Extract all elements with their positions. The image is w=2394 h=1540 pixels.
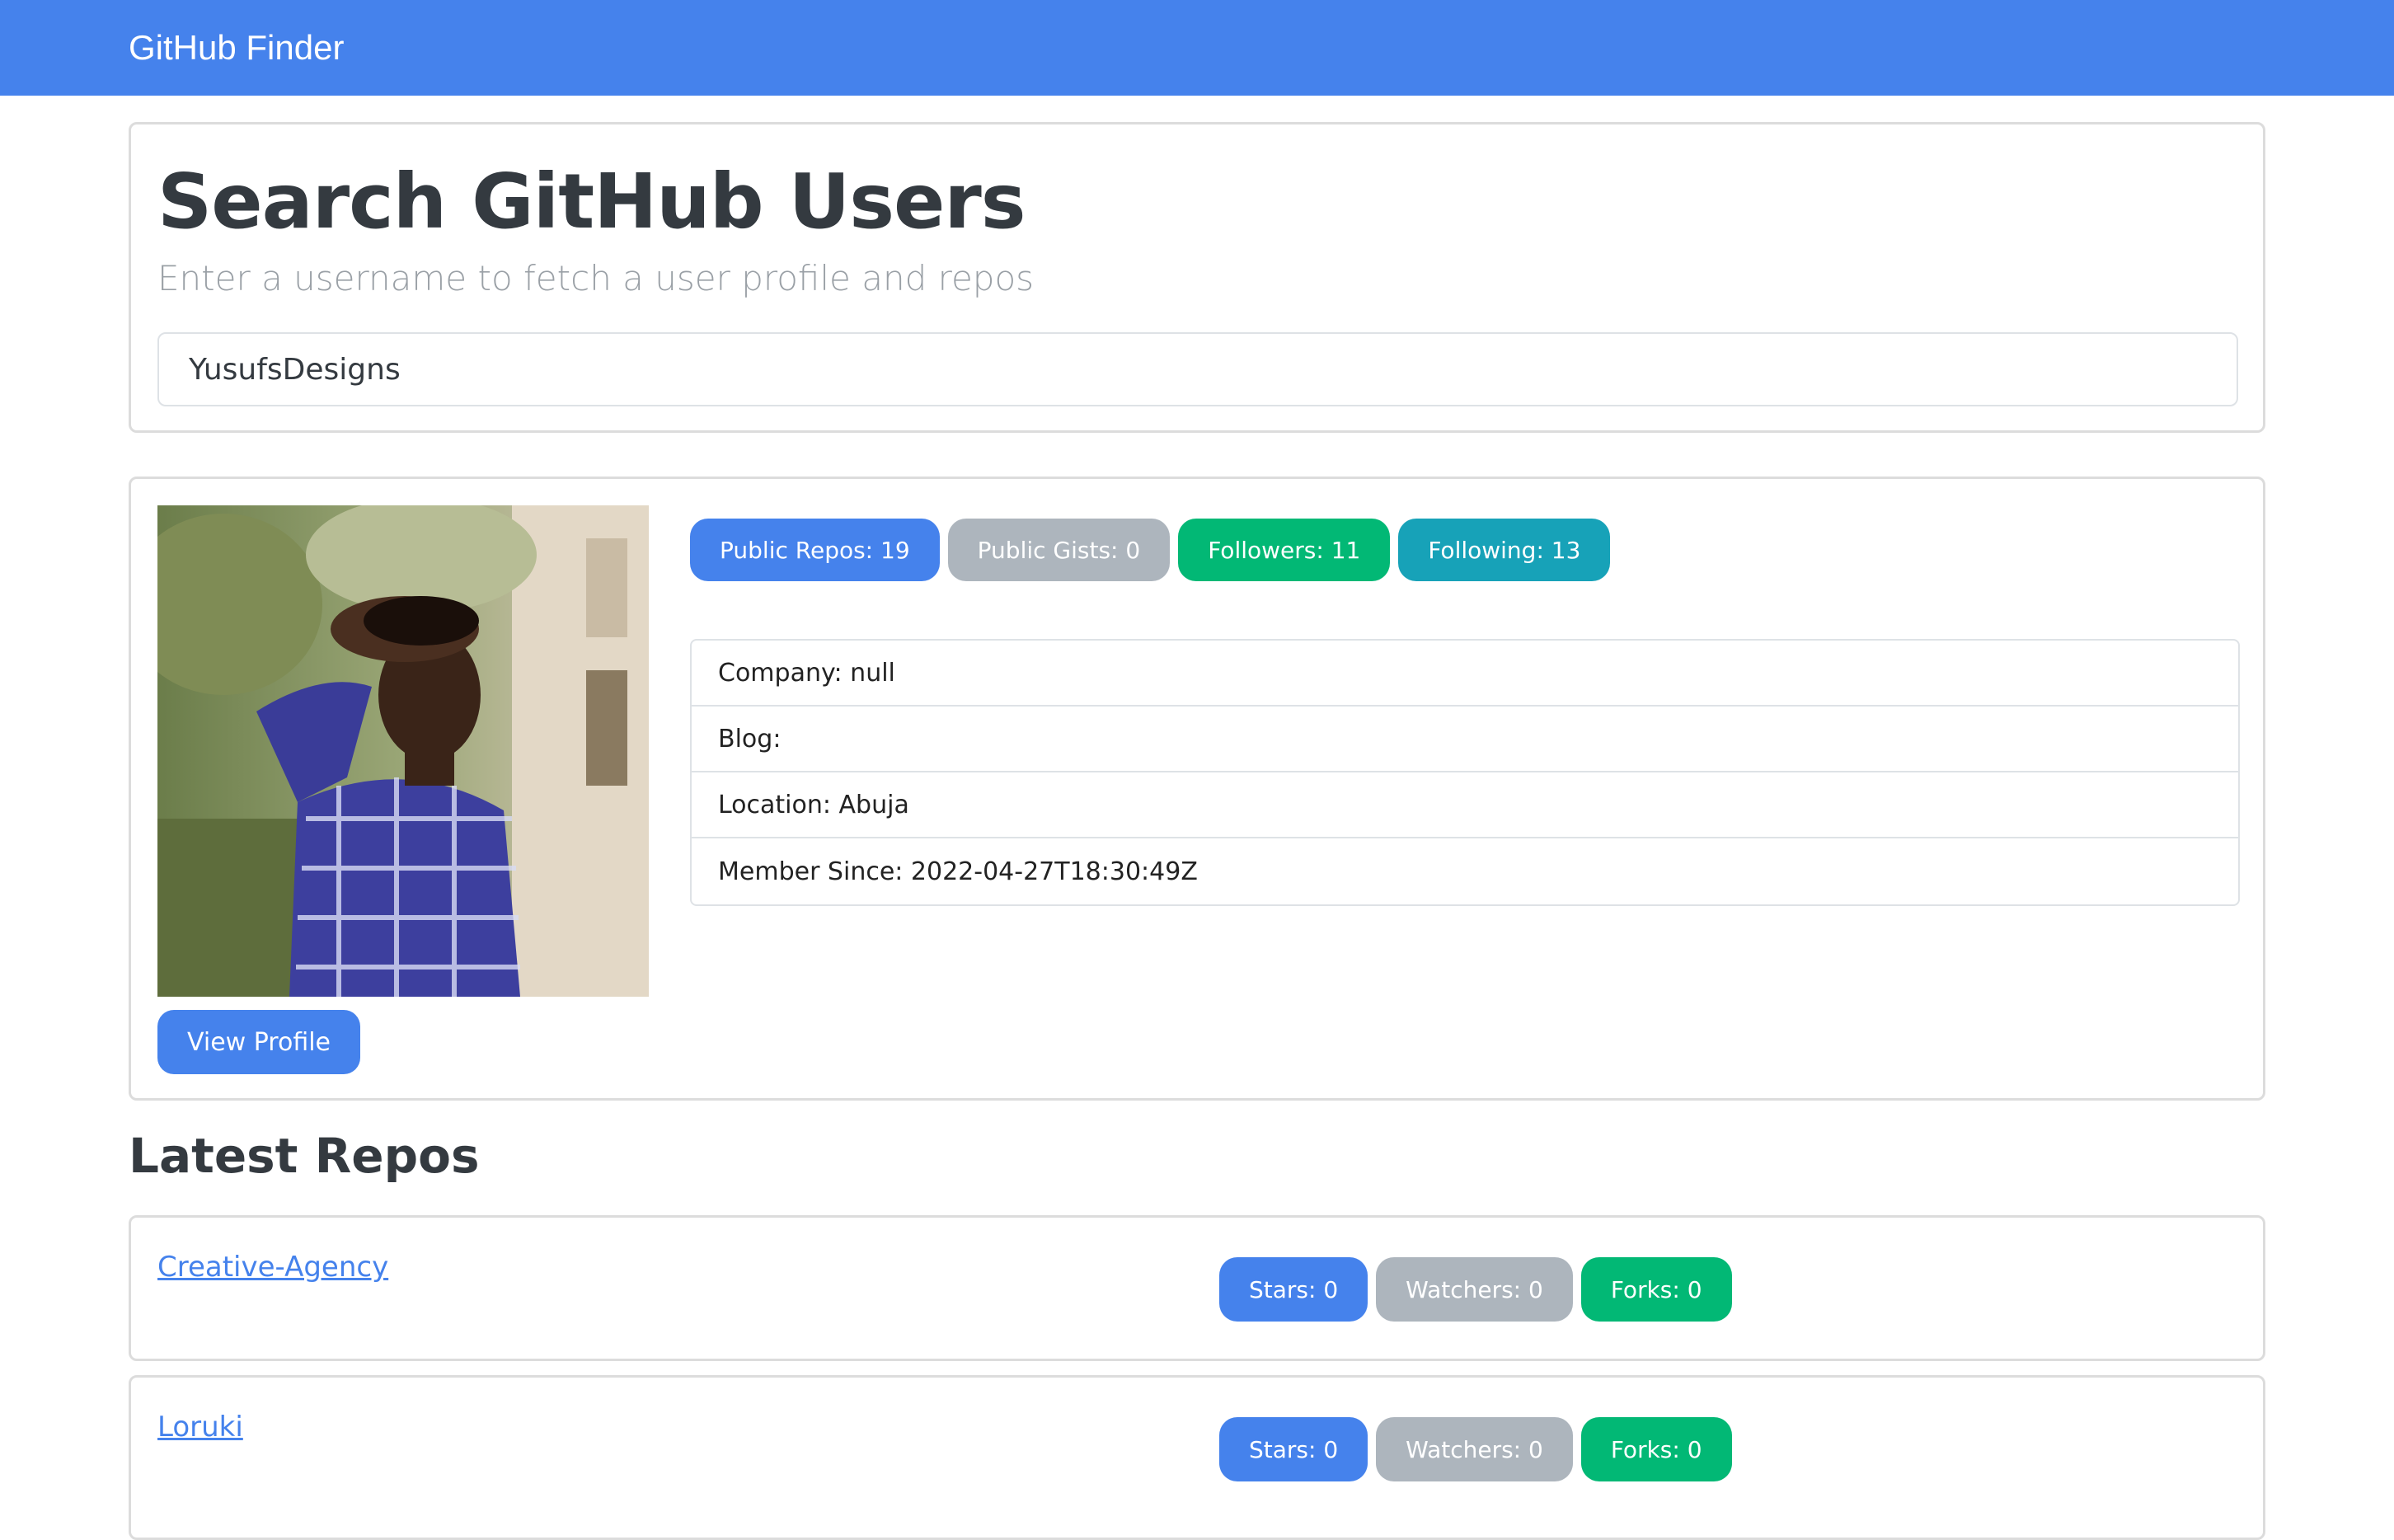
brand-title[interactable]: GitHub Finder	[129, 28, 344, 68]
avatar	[157, 505, 649, 997]
location-item: Location: Abuja	[692, 772, 2238, 838]
forks-badge: Forks: 0	[1580, 1257, 1732, 1322]
repo-card: Loruki Stars: 0 Watchers: 0 Forks: 0	[129, 1375, 2265, 1540]
search-card: Search GitHub Users Enter a username to …	[129, 122, 2265, 433]
public-repos-badge: Public Repos: 19	[690, 519, 940, 581]
repo-link[interactable]: Creative-Agency	[157, 1251, 388, 1284]
following-badge: Following: 13	[1398, 519, 1611, 581]
followers-badge: Followers: 11	[1178, 519, 1391, 581]
member-since-item: Member Since: 2022-04-27T18:30:49Z	[718, 857, 1198, 886]
navbar: GitHub Finder	[0, 0, 2394, 96]
repo-link[interactable]: Loruki	[157, 1411, 243, 1444]
latest-repos-heading: Latest Repos	[129, 1128, 480, 1184]
repo-stats: Stars: 0 Watchers: 0 Forks: 0	[1219, 1417, 1732, 1481]
profile-card: View Profile Public Repos: 19 Public Gis…	[129, 477, 2265, 1101]
search-title: Search GitHub Users	[157, 157, 1026, 246]
profile-info-list: Company: null Blog: Location: Abuja Memb…	[690, 639, 2240, 906]
company-item: Company: null	[692, 641, 2238, 707]
forks-badge: Forks: 0	[1580, 1417, 1732, 1481]
view-profile-button[interactable]: View Profile	[157, 1010, 361, 1074]
stars-badge: Stars: 0	[1219, 1417, 1368, 1481]
blog-item: Blog:	[692, 707, 2238, 772]
watchers-badge: Watchers: 0	[1376, 1417, 1573, 1481]
stars-badge: Stars: 0	[1219, 1257, 1368, 1322]
public-gists-badge: Public Gists: 0	[947, 519, 1171, 581]
search-subtitle: Enter a username to fetch a user profile…	[157, 258, 1035, 298]
repo-card: Creative-Agency Stars: 0 Watchers: 0 For…	[129, 1215, 2265, 1361]
watchers-badge: Watchers: 0	[1376, 1257, 1573, 1322]
profile-stats: Public Repos: 19 Public Gists: 0 Followe…	[690, 519, 1611, 581]
search-input[interactable]	[157, 332, 2238, 406]
repo-stats: Stars: 0 Watchers: 0 Forks: 0	[1219, 1257, 1732, 1322]
avatar-photo	[157, 505, 649, 997]
